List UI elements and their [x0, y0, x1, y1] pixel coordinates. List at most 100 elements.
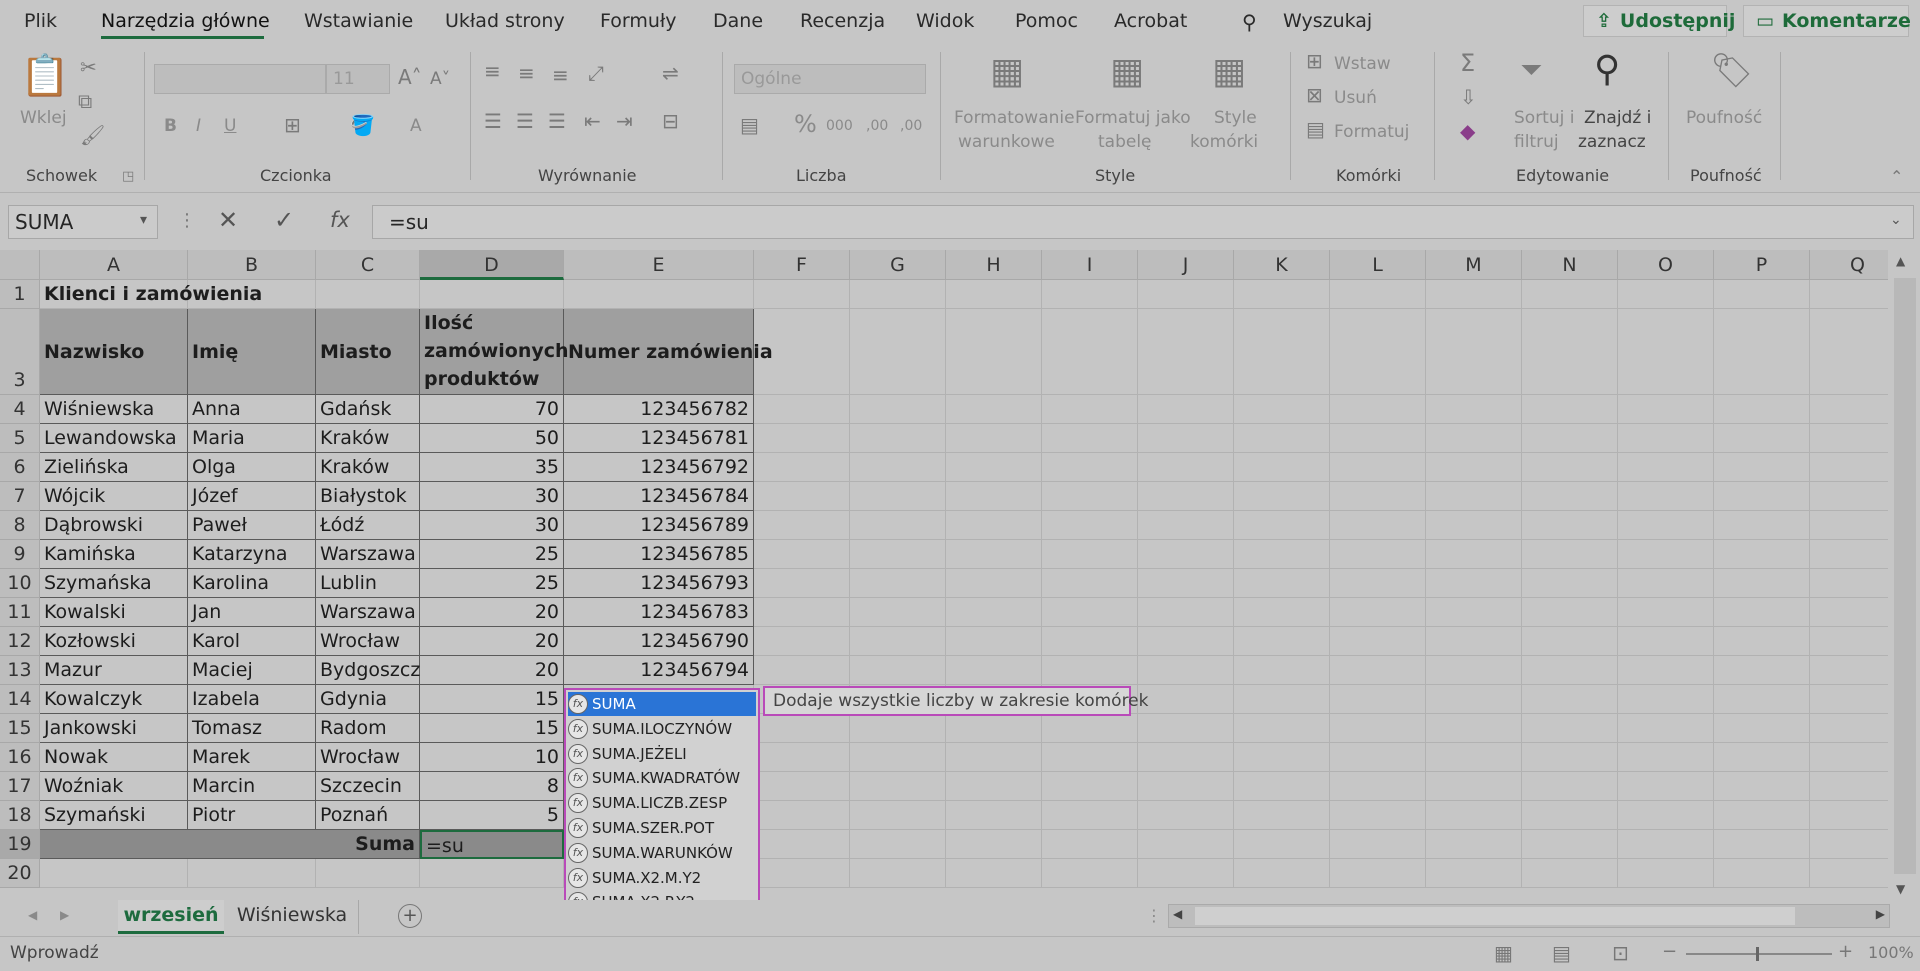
cell-styles-line2[interactable]: komórki — [1190, 130, 1258, 154]
table-cell[interactable]: Szczecin — [316, 772, 420, 801]
empty-cell[interactable] — [316, 859, 420, 888]
empty-cell[interactable] — [1714, 280, 1810, 309]
row-header[interactable]: 11 — [0, 598, 40, 627]
sort-filter-icon[interactable]: ⏷ — [1520, 54, 1542, 86]
align-middle-icon[interactable]: ≡ — [518, 62, 535, 84]
empty-cell[interactable] — [1522, 685, 1618, 714]
empty-cell[interactable] — [850, 424, 946, 453]
empty-cell[interactable] — [1810, 280, 1888, 309]
empty-cell[interactable] — [1426, 830, 1522, 859]
empty-cell[interactable] — [1618, 395, 1714, 424]
empty-cell[interactable] — [1426, 482, 1522, 511]
empty-cell[interactable] — [754, 424, 850, 453]
formula-input[interactable]: =su — [372, 205, 1914, 239]
empty-cell[interactable] — [754, 743, 850, 772]
table-cell[interactable]: Warszawa — [316, 540, 420, 569]
table-cell[interactable]: Karolina — [188, 569, 316, 598]
empty-cell[interactable] — [1234, 453, 1330, 482]
empty-cell[interactable] — [1810, 801, 1888, 830]
cell-styles-icon[interactable]: ▦ — [1212, 52, 1246, 92]
page-break-icon[interactable]: ⊡ — [1612, 941, 1629, 965]
header-cell[interactable]: Miasto — [316, 309, 420, 395]
column-header-P[interactable]: P — [1714, 250, 1810, 280]
empty-cell[interactable] — [754, 627, 850, 656]
table-cell[interactable]: Dąbrowski — [40, 511, 188, 540]
empty-cell[interactable] — [1618, 714, 1714, 743]
table-cell[interactable]: 50 — [420, 424, 564, 453]
empty-cell[interactable] — [1330, 280, 1426, 309]
row-header[interactable]: 1 — [0, 280, 40, 309]
empty-cell[interactable] — [1042, 656, 1138, 685]
empty-cell[interactable] — [850, 569, 946, 598]
table-cell[interactable]: 70 — [420, 395, 564, 424]
table-cell[interactable]: 123456790 — [564, 627, 754, 656]
empty-cell[interactable] — [850, 309, 946, 395]
empty-cell[interactable] — [1522, 830, 1618, 859]
table-cell[interactable]: Lewandowska — [40, 424, 188, 453]
format-table-line2[interactable]: tabelę — [1098, 130, 1152, 154]
autocomplete-item[interactable]: fx SUMA.ILOCZYNÓW — [568, 717, 756, 741]
empty-cell[interactable] — [754, 859, 850, 888]
table-cell[interactable]: Szymański — [40, 801, 188, 830]
search-box[interactable]: Wyszukaj — [1283, 10, 1372, 32]
empty-cell[interactable] — [1426, 540, 1522, 569]
h-scroll-thumb[interactable] — [1195, 907, 1795, 925]
empty-cell[interactable] — [1426, 743, 1522, 772]
empty-cell[interactable] — [1234, 569, 1330, 598]
prev-sheet-icon[interactable]: ◀ — [28, 908, 37, 922]
cond-format-line2[interactable]: warunkowe — [958, 130, 1055, 154]
table-cell[interactable]: 8 — [420, 772, 564, 801]
empty-cell[interactable] — [1810, 743, 1888, 772]
empty-cell[interactable] — [1330, 424, 1426, 453]
table-cell[interactable]: Tomasz — [188, 714, 316, 743]
table-cell[interactable]: Wrocław — [316, 627, 420, 656]
empty-cell[interactable] — [754, 598, 850, 627]
empty-cell[interactable] — [1522, 743, 1618, 772]
column-header-F[interactable]: F — [754, 250, 850, 280]
sort-filter-line2[interactable]: filtruj — [1514, 130, 1559, 154]
active-cell[interactable]: =su — [420, 830, 564, 859]
find-select-icon[interactable]: ⚲ — [1594, 50, 1620, 90]
add-sheet-icon[interactable]: + — [398, 904, 422, 928]
empty-cell[interactable] — [1234, 627, 1330, 656]
table-cell[interactable]: 123456781 — [564, 424, 754, 453]
empty-cell[interactable] — [1234, 772, 1330, 801]
empty-cell[interactable] — [1810, 482, 1888, 511]
empty-cell[interactable] — [1138, 395, 1234, 424]
empty-cell[interactable] — [754, 656, 850, 685]
empty-cell[interactable] — [1714, 830, 1810, 859]
empty-cell[interactable] — [946, 656, 1042, 685]
empty-cell[interactable] — [1138, 714, 1234, 743]
empty-cell[interactable] — [754, 569, 850, 598]
empty-cell[interactable] — [1138, 453, 1234, 482]
table-cell[interactable]: 20 — [420, 656, 564, 685]
empty-cell[interactable] — [1138, 685, 1234, 714]
empty-cell[interactable] — [946, 309, 1042, 395]
enter-icon[interactable]: ✓ — [274, 206, 294, 234]
conditional-format-icon[interactable]: ▦ — [990, 52, 1024, 92]
empty-cell[interactable] — [850, 859, 946, 888]
empty-cell[interactable] — [1138, 482, 1234, 511]
table-cell[interactable]: Radom — [316, 714, 420, 743]
empty-cell[interactable] — [850, 656, 946, 685]
row-header[interactable]: 14 — [0, 685, 40, 714]
increase-font-icon[interactable]: A˄ — [398, 66, 422, 88]
insert-cells-icon[interactable]: ⊞ — [1306, 50, 1323, 72]
format-painter-icon[interactable]: 🖌 — [80, 124, 105, 146]
empty-cell[interactable] — [1042, 627, 1138, 656]
empty-cell[interactable] — [1714, 714, 1810, 743]
row-header[interactable]: 3 — [0, 309, 40, 395]
empty-cell[interactable] — [1810, 395, 1888, 424]
empty-cell[interactable] — [850, 772, 946, 801]
horizontal-scrollbar[interactable]: ◀ ▶ — [1168, 904, 1890, 928]
empty-cell[interactable] — [1426, 685, 1522, 714]
table-cell[interactable]: 30 — [420, 482, 564, 511]
empty-cell[interactable] — [1714, 656, 1810, 685]
table-cell[interactable]: Łódź — [316, 511, 420, 540]
empty-cell[interactable] — [1426, 424, 1522, 453]
empty-cell[interactable] — [1522, 424, 1618, 453]
autocomplete-item[interactable]: fx SUMA.SZER.POT — [568, 816, 756, 840]
row-header[interactable]: 16 — [0, 743, 40, 772]
empty-cell[interactable] — [850, 511, 946, 540]
column-header-B[interactable]: B — [188, 250, 316, 280]
